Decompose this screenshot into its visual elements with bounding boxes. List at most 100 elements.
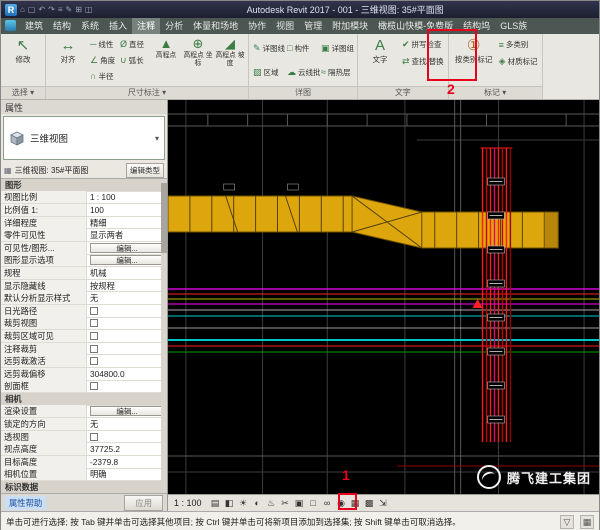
tab-architecture[interactable]: 建筑 [20,18,48,34]
print-icon[interactable]: ≡ [58,2,63,18]
prop-value[interactable]: 37725.2 [87,444,167,454]
selection-toggle-icon[interactable]: ▦ [580,515,594,529]
tab-collaborate[interactable]: 协作 [243,18,271,34]
tab-view[interactable]: 视图 [271,18,299,34]
modify-button[interactable]: ↖ 修改 [4,36,42,65]
detail-panel-label[interactable]: 详图 [249,86,357,99]
checkbox[interactable] [90,433,98,441]
edit-button[interactable]: 编辑... [90,243,164,253]
detail-level-icon[interactable]: ▤ [209,497,222,510]
insulation-button[interactable]: ≈隔热层 [320,60,354,84]
multi-category-tag-button[interactable]: ≡多类别 [498,36,539,53]
prop-value[interactable]: 无 [87,292,167,304]
prop-group-header[interactable]: 图形 [1,179,167,192]
checkbox[interactable] [90,332,98,340]
prop-value[interactable]: 无 [87,418,167,430]
tab-structure[interactable]: 结构 [48,18,76,34]
checkbox[interactable] [90,357,98,365]
tag-panel-label[interactable]: 标记 ▾ [449,86,542,99]
angular-dimension-button[interactable]: ∠角度 [89,52,119,68]
spot-coordinate-button[interactable]: ⊕ 高程点 坐标 [183,36,213,67]
prop-row: 锁定的方向无 [1,418,167,431]
text-panel-label[interactable]: 文字 [358,86,448,99]
prop-value[interactable]: 精细 [87,217,167,229]
filter-icon[interactable]: ▽ [560,515,574,529]
detail-group-button[interactable]: ▣详图组 [320,36,354,60]
displacement-icon[interactable]: ⇲ [377,497,390,510]
properties-help-link[interactable]: 属性帮助 [5,496,46,510]
shadows-icon[interactable]: ◐ [251,497,264,510]
text-button[interactable]: A 文字 [361,36,399,65]
linear-dimension-button[interactable]: ─线性 [89,36,119,52]
app-menu-icon[interactable] [5,20,16,31]
dimension-panel-label[interactable]: 尺寸标注 ▾ [46,86,248,99]
lock-3d-view-icon[interactable]: □ [307,497,320,510]
model-view[interactable] [168,100,599,494]
visual-style-icon[interactable]: ◧ [223,497,236,510]
tab-addins[interactable]: 附加模块 [327,18,373,34]
checkbox[interactable] [90,307,98,315]
temporary-hide-isolate-icon[interactable]: ∞ [321,497,334,510]
drawing-area[interactable]: 腾飞建工集团 1 : 100 ▤ ◧ ☀ ◐ ♨ ✂ ▣ □ ∞ ◉ ▦ ▩ ⇲ [168,100,599,511]
prop-row: 裁剪视图 [1,318,167,331]
checkbox[interactable] [90,382,98,390]
tab-analyze[interactable]: 分析 [160,18,188,34]
sun-path-icon[interactable]: ☀ [237,497,250,510]
checkbox[interactable] [90,319,98,327]
analytical-model-icon[interactable]: ▩ [363,497,376,510]
component-button[interactable]: □构件 [286,36,320,60]
prop-value[interactable]: 明确 [87,468,167,480]
prop-value[interactable]: -2379.8 [87,457,167,467]
prop-value[interactable]: 显示两者 [87,229,167,241]
material-tag-button[interactable]: ◈材质标记 [498,53,539,70]
chevron-down-icon[interactable]: ▾ [155,134,159,143]
type-selector[interactable]: 三维视图 ▾ [3,116,165,160]
select-panel-label[interactable]: 选择 ▾ [1,86,45,99]
prop-row: 视点高度37725.2 [1,443,167,456]
edit-button[interactable]: 编辑... [90,255,164,265]
edit-type-button[interactable]: 编辑类型 [126,163,164,178]
view-scale-control[interactable]: 1 : 100 [172,498,208,508]
prop-value[interactable]: 1 : 100 [87,192,167,202]
diameter-dimension-button[interactable]: Ø直径 [119,36,149,52]
prop-row: 可见性/图形...编辑... [1,242,167,255]
prop-value[interactable]: 机械 [87,267,167,279]
measure-icon[interactable]: ✎ [65,2,72,18]
default-3d-view-icon[interactable]: ◫ [85,2,93,18]
spot-slope-button[interactable]: ◢ 高程点 坡度 [215,36,245,67]
properties-header[interactable]: 属性 [1,100,167,114]
apply-button[interactable]: 应用 [124,495,163,511]
prop-value[interactable]: 按规程 [87,280,167,292]
properties-scrollbar[interactable] [161,179,167,493]
section-icon[interactable]: ⊞ [75,2,82,18]
radial-dimension-button[interactable]: ∩半径 [89,68,119,84]
company-logo-icon [477,465,501,489]
prop-group-header[interactable]: 标识数据 [1,481,167,493]
prop-value[interactable]: 304800.0 [87,369,167,379]
view-list-icon: ▦ [4,166,12,175]
arc-length-dimension-button[interactable]: ∪弧长 [119,52,149,68]
revision-cloud-button[interactable]: ☁云线批注 [286,60,320,84]
crop-view-icon[interactable]: ✂ [279,497,292,510]
crop-region-icon[interactable]: ▣ [293,497,306,510]
tab-massing-site[interactable]: 体量和场地 [188,18,243,34]
region-button[interactable]: ▨区域 [252,60,286,84]
tab-manage[interactable]: 管理 [299,18,327,34]
prop-value[interactable]: 100 [87,205,167,215]
render-dialog-icon[interactable]: ♨ [265,497,278,510]
tab-annotate[interactable]: 注释 [132,18,160,34]
tab-systems[interactable]: 系统 [76,18,104,34]
tab-insert[interactable]: 插入 [104,18,132,34]
redo-icon[interactable]: ↷ [48,2,55,18]
aligned-dimension-button[interactable]: ↔ 对齐 [49,36,87,65]
undo-icon[interactable]: ↶ [38,2,45,18]
tab-gls-family[interactable]: GLS族 [495,18,532,34]
spot-elevation-button[interactable]: ▲ 高程点 [151,36,181,60]
save-icon[interactable]: ▢ [28,2,36,18]
prop-group-header[interactable]: 相机 [1,393,167,406]
revit-app-icon[interactable]: R [5,4,17,16]
detail-line-button[interactable]: ✎详图线 [252,36,286,60]
edit-button[interactable]: 编辑... [90,406,164,416]
open-icon[interactable]: ⌂ [20,2,25,18]
checkbox[interactable] [90,345,98,353]
